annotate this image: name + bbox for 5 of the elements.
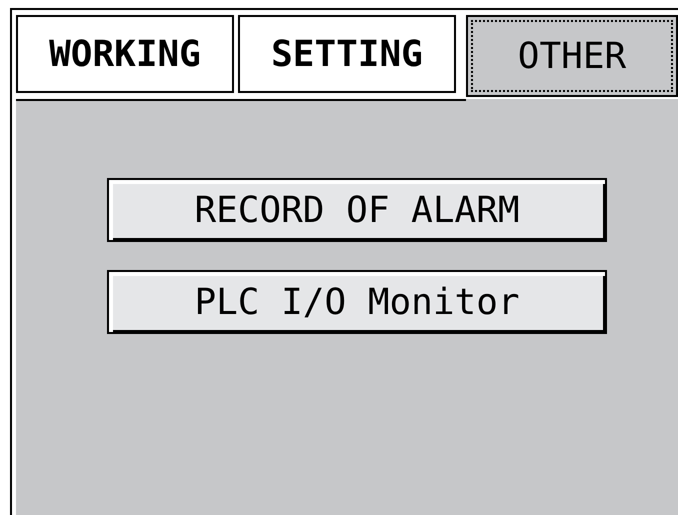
tab[interactable]: WORKING <box>16 15 234 93</box>
menu-button[interactable]: RECORD OF ALARM <box>107 178 607 242</box>
menu-button[interactable]: PLC I/O Monitor <box>107 270 607 334</box>
tab[interactable]: OTHER <box>466 15 678 97</box>
tab[interactable]: SETTING <box>238 15 456 93</box>
